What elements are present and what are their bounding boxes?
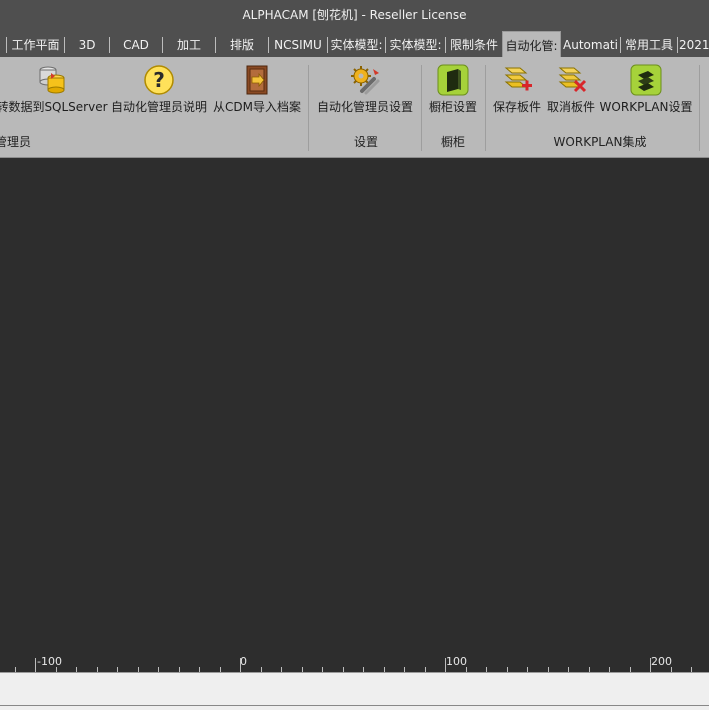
cancel-board-button[interactable]: 取消板件 bbox=[544, 63, 598, 123]
svg-text:?: ? bbox=[153, 68, 165, 92]
remove-board-icon bbox=[554, 63, 588, 97]
tab-divider bbox=[6, 37, 7, 53]
tab-nesting[interactable]: 排版 bbox=[217, 31, 267, 57]
workplan-icon bbox=[629, 63, 663, 97]
window-title: ALPHACAM [刨花机] - Reseller License bbox=[242, 8, 467, 22]
tab-ncsimu[interactable]: NCSIMU bbox=[270, 31, 326, 57]
add-board-icon bbox=[500, 63, 534, 97]
cabinet-icon bbox=[436, 63, 470, 97]
manager-help-button[interactable]: ? 自动化管理员说明 bbox=[110, 63, 208, 123]
tab-solid-model-1[interactable]: 实体模型: bbox=[329, 31, 384, 57]
cdm-import-label: 从CDM导入档案 bbox=[213, 100, 301, 114]
tab-automation[interactable]: Automati bbox=[562, 31, 619, 57]
manager-settings-button[interactable]: 自动化管理员设置 bbox=[314, 63, 416, 123]
tab-cad[interactable]: CAD bbox=[111, 31, 161, 57]
tab-2021[interactable]: 2021 bbox=[679, 31, 709, 57]
manager-settings-label: 自动化管理员设置 bbox=[316, 100, 413, 114]
title-bar: ALPHACAM [刨花机] - Reseller License bbox=[0, 0, 709, 31]
door-import-icon bbox=[240, 63, 274, 97]
group-label-settings: 设置 bbox=[353, 135, 378, 149]
ruler-label: 0 bbox=[240, 655, 247, 668]
tab-automation-manager[interactable]: 自动化管: bbox=[502, 31, 561, 57]
status-bar-divider bbox=[0, 705, 709, 706]
tab-divider bbox=[268, 37, 269, 53]
workplan-settings-label: WORKPLAN设置 bbox=[599, 100, 693, 114]
tab-common-tools[interactable]: 常用工具 bbox=[622, 31, 676, 57]
database-icon bbox=[35, 63, 69, 97]
gear-tools-icon bbox=[348, 63, 382, 97]
horizontal-ruler: -100 0 100 200 bbox=[0, 655, 709, 672]
ribbon-panel: 转数据到SQLServer ? 自动化管理员说明 从CDM导入档案 管理员 bbox=[0, 57, 709, 158]
tab-divider bbox=[109, 37, 110, 53]
group-divider bbox=[421, 65, 422, 151]
help-icon: ? bbox=[142, 63, 176, 97]
cdm-import-button[interactable]: 从CDM导入档案 bbox=[210, 63, 304, 123]
tab-divider bbox=[162, 37, 163, 53]
tab-divider bbox=[445, 37, 446, 53]
ruler-ticks bbox=[15, 658, 692, 672]
save-board-label: 保存板件 bbox=[492, 100, 541, 114]
tab-divider bbox=[385, 37, 386, 53]
ribbon-tab-strip: 工作平面 3D CAD 加工 排版 NCSIMU 实体模型: 实体模型: 限制条… bbox=[0, 31, 709, 57]
group-divider bbox=[308, 65, 309, 151]
cancel-board-label: 取消板件 bbox=[546, 100, 595, 114]
group-label-workplan: WORKPLAN集成 bbox=[553, 135, 647, 149]
tab-machining[interactable]: 加工 bbox=[164, 31, 214, 57]
sql-server-export-label: 转数据到SQLServer bbox=[0, 100, 108, 114]
manager-help-label: 自动化管理员说明 bbox=[110, 100, 207, 114]
tab-divider bbox=[677, 37, 678, 53]
ruler-label: -100 bbox=[37, 655, 62, 668]
cabinet-settings-label: 橱柜设置 bbox=[428, 100, 477, 114]
tab-solid-model-2[interactable]: 实体模型: bbox=[387, 31, 444, 57]
tab-constraints[interactable]: 限制条件 bbox=[447, 31, 501, 57]
group-label-manager: 管理员 bbox=[0, 135, 31, 149]
group-divider bbox=[485, 65, 486, 151]
group-label-cabinet: 橱柜 bbox=[440, 135, 465, 149]
ruler-label: 200 bbox=[651, 655, 672, 668]
tab-divider bbox=[64, 37, 65, 53]
tab-divider bbox=[620, 37, 621, 53]
tab-work-plane[interactable]: 工作平面 bbox=[8, 31, 63, 57]
workplan-settings-button[interactable]: WORKPLAN设置 bbox=[598, 63, 694, 123]
tab-divider bbox=[327, 37, 328, 53]
drawing-canvas[interactable] bbox=[0, 158, 709, 670]
sql-server-export-button[interactable]: 转数据到SQLServer bbox=[0, 63, 108, 123]
cabinet-settings-button[interactable]: 橱柜设置 bbox=[425, 63, 481, 123]
group-divider bbox=[699, 65, 700, 151]
tab-divider bbox=[215, 37, 216, 53]
save-board-button[interactable]: 保存板件 bbox=[490, 63, 544, 123]
tab-3d[interactable]: 3D bbox=[66, 31, 108, 57]
ruler-label: 100 bbox=[446, 655, 467, 668]
